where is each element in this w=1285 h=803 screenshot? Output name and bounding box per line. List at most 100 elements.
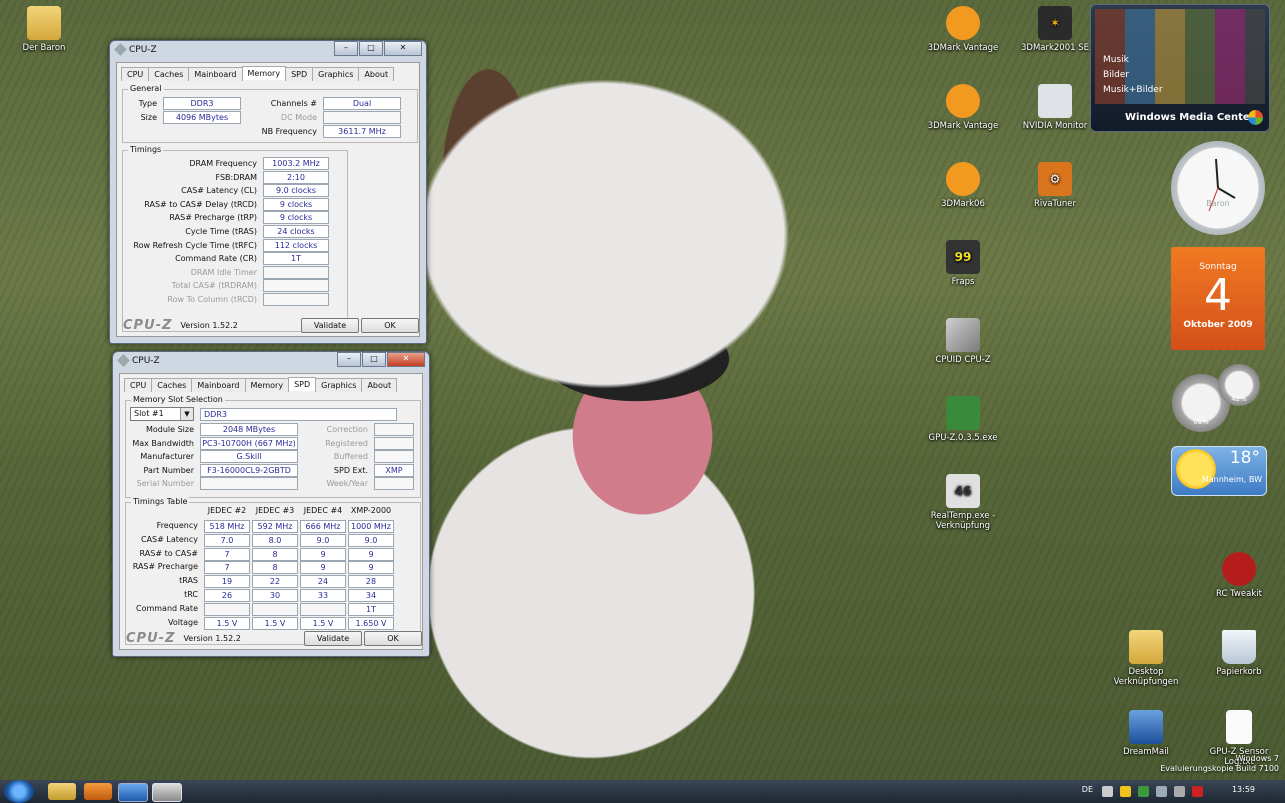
flag-value: XMP: [374, 463, 414, 477]
desktop-icon-papierkorb[interactable]: Papierkorb: [1199, 630, 1279, 677]
slot-select[interactable]: Slot #1 ▼: [130, 407, 194, 421]
chevron-down-icon[interactable]: ▼: [180, 408, 193, 420]
media-item-musik-bilder[interactable]: Musik+Bilder: [1103, 83, 1163, 98]
window-title: CPU-Z: [132, 355, 160, 366]
tray-icon-3[interactable]: [1138, 786, 1149, 797]
table-cell: 9: [348, 561, 394, 575]
titlebar[interactable]: CPU-Z – □ ✕: [113, 352, 429, 369]
maximize-button[interactable]: □: [359, 41, 383, 56]
tab-spd[interactable]: SPD: [288, 377, 317, 391]
desktop-icon-cpuz[interactable]: CPUID CPU-Z: [923, 318, 1003, 365]
desktop-icon-der-baron[interactable]: Der Baron: [4, 6, 84, 53]
field-label: Part Number: [143, 465, 194, 475]
close-button[interactable]: ✕: [384, 41, 422, 56]
row-label: Command Rate: [135, 603, 198, 613]
tab-strip: CPU Caches Mainboard Memory SPD Graphics…: [121, 66, 395, 81]
media-player-taskbar-icon[interactable]: [84, 783, 112, 800]
validate-button[interactable]: Validate: [301, 318, 359, 333]
row-label: Frequency: [156, 521, 198, 530]
cpu-meter-gadget[interactable]: 01% 42%: [1172, 364, 1266, 434]
flag-label: Correction: [326, 425, 368, 434]
tab-graphics[interactable]: Graphics: [315, 378, 363, 392]
tab-mainboard[interactable]: Mainboard: [188, 67, 243, 81]
titlebar[interactable]: CPU-Z – □ ✕: [110, 41, 426, 58]
desktop-icon-3dmark2001[interactable]: ✶ 3DMark2001 SE: [1015, 6, 1095, 53]
minimize-button[interactable]: –: [334, 41, 358, 56]
table-cell: 7: [204, 547, 250, 561]
desktop-icon-3dmark06[interactable]: 3DMark06: [923, 162, 1003, 209]
desktop-icon-3dmark-vantage[interactable]: 3DMark Vantage: [923, 6, 1003, 53]
cpuz-taskbar-icon[interactable]: [152, 783, 182, 802]
tray-icon-1[interactable]: [1102, 786, 1113, 797]
desktop-icon-dreammail[interactable]: DreamMail: [1106, 710, 1186, 757]
desktop-icon-realtemp[interactable]: 46 RealTemp.exe - Verknüpfung: [923, 474, 1003, 531]
gpuz-icon: [946, 396, 980, 430]
desktop-icon-rc-tweakit[interactable]: RC Tweakit: [1199, 552, 1279, 599]
desktop-icon-rivatuner[interactable]: ⚙ RivaTuner: [1015, 162, 1095, 209]
row-label: CAS# Latency: [140, 534, 198, 544]
timing-value: 2:10: [263, 170, 329, 184]
field-value: G.Skill: [200, 450, 298, 464]
explorer-taskbar-icon[interactable]: [48, 783, 76, 800]
media-item-musik[interactable]: Musik: [1103, 53, 1163, 68]
tab-graphics[interactable]: Graphics: [312, 67, 360, 81]
cpuz-memory-window[interactable]: CPU-Z – □ ✕ CPU Caches Mainboard Memory …: [109, 40, 427, 344]
tab-cpu[interactable]: CPU: [121, 67, 150, 81]
timings-group: Timings DRAM Frequency 1003.2 MHz FSB:DRAM…: [122, 145, 348, 332]
desktop-icon-nvidia-monitor[interactable]: NVIDIA Monitor: [1015, 84, 1095, 131]
ie-taskbar-icon[interactable]: [118, 783, 148, 802]
type-value: DDR3: [163, 97, 241, 110]
tab-cpu[interactable]: CPU: [124, 378, 153, 392]
network-icon[interactable]: [1156, 786, 1167, 797]
media-center-gadget[interactable]: Musik Bilder Musik+Bilder Windows Media …: [1090, 4, 1270, 132]
table-cell: 34: [348, 589, 394, 602]
tab-memory[interactable]: Memory: [241, 66, 287, 80]
cpuz-logo: CPU-Z: [123, 317, 173, 333]
desktop-icon-gpuz[interactable]: GPU-Z.0.3.5.exe: [923, 396, 1003, 443]
desktop-icon-desktop-verknuepfungen[interactable]: Desktop Verknüpfungen: [1106, 630, 1186, 687]
field-label: Max Bandwidth: [132, 438, 194, 448]
flag-value: [374, 477, 414, 491]
cpuz-app-icon: [114, 43, 127, 56]
tab-caches[interactable]: Caches: [148, 67, 190, 81]
slot-type-value: DDR3: [200, 407, 397, 421]
tray-icon-2[interactable]: [1120, 786, 1131, 797]
weather-gadget[interactable]: 18° Mannheim, BW: [1171, 446, 1267, 496]
tab-about[interactable]: About: [358, 67, 395, 81]
table-cell: 592 MHz: [252, 520, 298, 533]
general-group: General Type DDR3 Size 4096 MBytes Chann…: [122, 84, 418, 143]
volume-icon[interactable]: [1174, 786, 1185, 797]
media-item-bilder[interactable]: Bilder: [1103, 68, 1163, 83]
tab-caches[interactable]: Caches: [151, 378, 193, 392]
ok-button[interactable]: OK: [361, 318, 419, 333]
table-cell: [300, 602, 346, 616]
desktop-icon-3dmark-vantage-2[interactable]: 3DMark Vantage: [923, 84, 1003, 131]
group-label: General: [128, 84, 164, 93]
desktop-icon-fraps[interactable]: 99 Fraps: [923, 240, 1003, 287]
nb-frequency-value: 3611.7 MHz: [323, 125, 401, 138]
table-cell: 8: [252, 561, 298, 575]
calendar-gadget[interactable]: Sonntag 4 Oktober 2009: [1171, 247, 1265, 350]
flag-label: Buffered: [333, 452, 368, 462]
taskbar-clock[interactable]: 13:59: [1232, 785, 1255, 794]
clock-gadget[interactable]: Baron: [1171, 141, 1265, 235]
window-client: CPU Caches Mainboard Memory SPD Graphics…: [116, 62, 420, 337]
close-button[interactable]: ✕: [387, 352, 425, 367]
tab-about[interactable]: About: [361, 378, 398, 392]
timing-label: CAS# Latency (CL): [181, 186, 257, 196]
table-cell: 1.650 V: [348, 616, 394, 630]
module-flag-row: Buffered: [302, 450, 414, 464]
module-field-row: Manufacturer G.Skill: [130, 450, 298, 464]
minimize-button[interactable]: –: [337, 352, 361, 367]
start-button[interactable]: [4, 780, 34, 803]
cpuz-spd-window[interactable]: CPU-Z – □ ✕ CPU Caches Mainboard Memory …: [112, 351, 430, 657]
tab-memory[interactable]: Memory: [244, 378, 290, 392]
maximize-button[interactable]: □: [362, 352, 386, 367]
validate-button[interactable]: Validate: [304, 631, 362, 646]
action-center-icon[interactable]: [1192, 786, 1203, 797]
table-cell: [252, 602, 298, 616]
tab-mainboard[interactable]: Mainboard: [191, 378, 246, 392]
language-indicator[interactable]: DE: [1082, 785, 1093, 794]
ok-button[interactable]: OK: [364, 631, 422, 646]
tab-spd[interactable]: SPD: [285, 67, 314, 81]
